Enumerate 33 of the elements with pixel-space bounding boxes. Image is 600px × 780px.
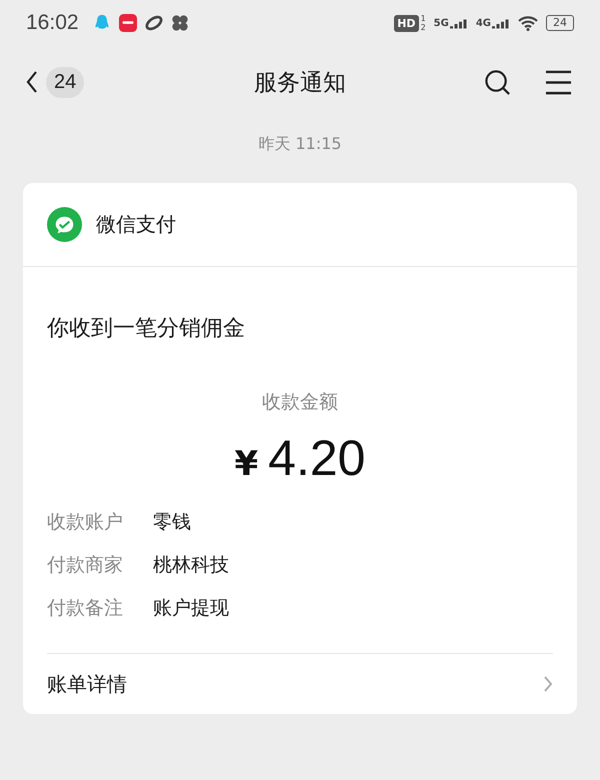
signal-icon — [492, 18, 510, 28]
currency-symbol: ¥ — [234, 444, 258, 484]
battery-indicator: 24 — [546, 15, 574, 31]
bill-details-link[interactable]: 账单详情 — [47, 654, 553, 714]
chevron-icon — [543, 675, 553, 693]
search-icon[interactable] — [484, 68, 511, 96]
notification-headline: 你收到一笔分销佣金 — [47, 315, 245, 343]
amount-label: 收款金额 — [262, 390, 338, 415]
detail-label: 付款商家 — [47, 553, 123, 578]
menu-icon[interactable] — [545, 68, 572, 96]
detail-label: 付款备注 — [47, 596, 123, 621]
status-time: 16:02 — [26, 11, 79, 35]
wifi-icon — [518, 15, 538, 31]
detail-label: 收款账户 — [47, 510, 123, 535]
detail-value: 账户提现 — [153, 596, 229, 621]
amount-value: 4.20 — [268, 429, 366, 487]
network-label: 4G — [476, 18, 491, 28]
pinwheel-icon — [170, 14, 189, 32]
app-icon — [118, 14, 137, 32]
source-name: 微信支付 — [96, 211, 176, 238]
sim-number: 1 — [420, 14, 426, 23]
detail-value: 零钱 — [153, 510, 191, 535]
sim-number: 2 — [420, 23, 426, 32]
back-icon[interactable] — [26, 70, 38, 94]
detail-value: 桃林科技 — [153, 553, 229, 578]
planet-icon — [144, 14, 163, 32]
page-title: 服务通知 — [254, 68, 346, 98]
payment-logo-icon — [47, 207, 82, 242]
hd-badge: HD — [394, 14, 419, 32]
timestamp: 昨天 11:15 — [258, 134, 342, 155]
network-label: 5G — [434, 18, 449, 28]
signal-icon — [450, 18, 468, 28]
unread-count[interactable]: 24 — [46, 66, 84, 98]
